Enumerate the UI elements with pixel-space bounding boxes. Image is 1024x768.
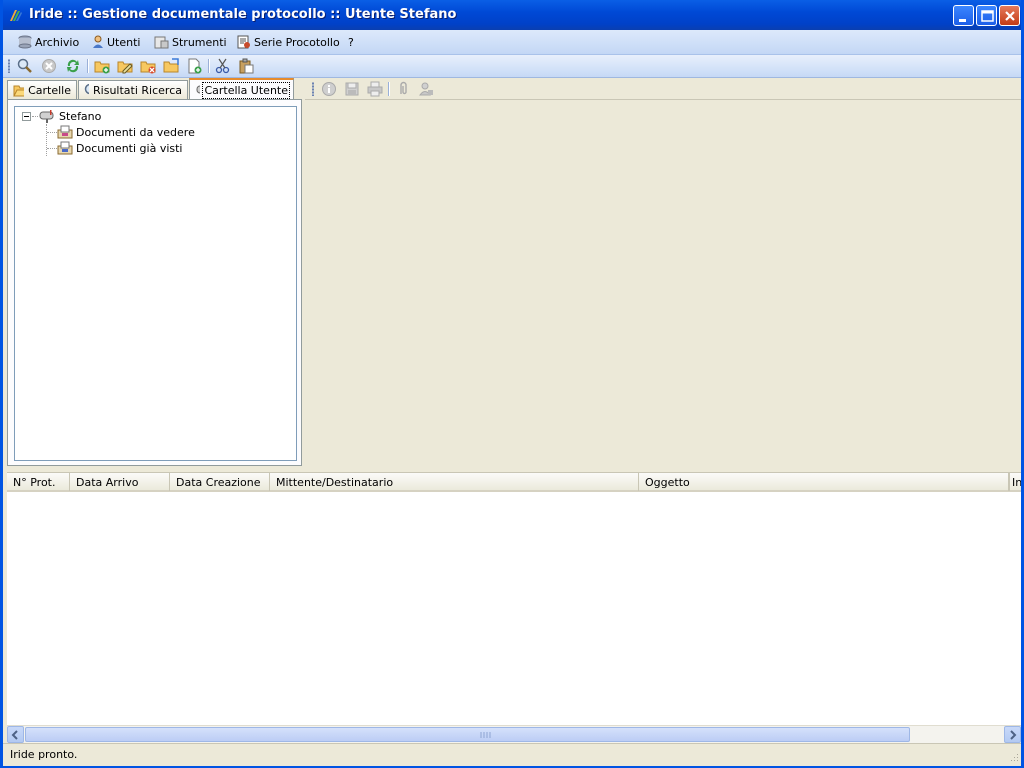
paste-icon[interactable] (238, 58, 254, 74)
new-document-icon[interactable] (186, 58, 202, 74)
column-header-label: Mittente/Destinatario (276, 475, 394, 489)
toolbar-separator (208, 59, 210, 73)
folder-tree[interactable]: Stefano Documenti da vedere Documenti gi… (14, 106, 297, 461)
column-header-label: Data Creazione (176, 475, 261, 489)
search-icon[interactable] (17, 58, 33, 74)
menu-utenti[interactable]: Utenti (92, 34, 140, 50)
minimize-button[interactable] (953, 5, 974, 26)
column-header-oggetto[interactable]: Oggetto (639, 473, 1009, 491)
open-folder-icon[interactable] (163, 58, 179, 74)
maximize-icon (981, 10, 994, 22)
column-header-label: In (1012, 475, 1021, 489)
toolbar-separator (388, 82, 390, 96)
resize-grip-icon[interactable] (1007, 752, 1019, 764)
column-header-label: N° Prot. (13, 475, 56, 489)
tree-line (46, 124, 47, 156)
cut-icon[interactable] (215, 58, 231, 74)
status-bar: Iride pronto. (3, 743, 1021, 766)
tab-risultati-ricerca[interactable]: Risultati Ricerca (78, 80, 188, 99)
column-header-data-creazione[interactable]: Data Creazione (170, 473, 270, 491)
menu-archivio[interactable]: Archivio (18, 34, 79, 50)
menu-label: Serie Procotollo (254, 35, 340, 49)
horizontal-scrollbar[interactable] (7, 725, 1021, 743)
tree-line (47, 148, 57, 149)
tree-node-root[interactable]: Stefano (38, 108, 101, 124)
print-icon[interactable] (367, 81, 383, 97)
left-panel: Stefano Documenti da vedere Documenti gi… (7, 99, 302, 466)
tree-node-label: Stefano (59, 109, 102, 123)
save-icon[interactable] (344, 81, 360, 97)
maximize-button[interactable] (976, 5, 997, 26)
menu-label: ? (348, 35, 354, 49)
inbox-icon (57, 125, 73, 139)
refresh-icon[interactable] (65, 58, 81, 74)
close-icon (1005, 11, 1015, 21)
column-header-n-prot[interactable]: N° Prot. (7, 473, 70, 491)
info-icon[interactable] (321, 81, 337, 97)
database-icon (18, 35, 32, 49)
tree-node-documenti-da-vedere[interactable]: Documenti da vedere (57, 124, 195, 140)
status-text: Iride pronto. (10, 748, 78, 761)
tab-label: Cartella Utente (202, 81, 290, 99)
toolbar-grip[interactable] (312, 82, 314, 96)
window-title: Iride :: Gestione documentale protocollo… (29, 7, 457, 22)
folder-open-icon (13, 85, 25, 97)
tree-node-label: Documenti da vedere (76, 125, 195, 139)
menu-label: Utenti (107, 35, 141, 49)
column-header-in[interactable]: In (1009, 473, 1021, 491)
mailbox-icon (196, 85, 201, 94)
main-window: Iride :: Gestione documentale protocollo… (0, 0, 1024, 768)
scroll-left-button[interactable] (7, 726, 24, 743)
attach-icon[interactable] (395, 81, 411, 97)
new-folder-icon[interactable] (94, 58, 110, 74)
documents-grid-body[interactable] (7, 492, 1021, 725)
scrollbar-thumb[interactable] (25, 727, 910, 742)
menu-help[interactable]: ? (348, 34, 354, 50)
tree-collapse-toggle[interactable] (22, 112, 31, 121)
column-header-label: Data Arrivo (76, 475, 139, 489)
delete-folder-icon[interactable] (140, 58, 156, 74)
tree-line (47, 132, 57, 133)
close-button[interactable] (999, 5, 1020, 26)
user-stamp-icon[interactable] (418, 81, 434, 97)
tools-icon (154, 36, 169, 49)
menu-bar: Archivio Utenti Strumenti Serie Procotol… (3, 30, 1021, 55)
title-bar[interactable]: Iride :: Gestione documentale protocollo… (3, 0, 1021, 30)
mailbox-icon (39, 110, 54, 123)
iride-logo-icon (10, 10, 22, 21)
protocol-series-icon (237, 35, 250, 49)
toolbar-separator (87, 59, 89, 73)
edit-folder-icon[interactable] (117, 58, 133, 74)
column-header-data-arrivo[interactable]: Data Arrivo (70, 473, 170, 491)
document-detail-area (305, 99, 1021, 468)
search-icon (84, 83, 90, 95)
user-icon (93, 35, 103, 48)
tab-cartella-utente[interactable]: Cartella Utente (189, 78, 294, 100)
cancel-icon[interactable] (41, 58, 57, 74)
inbox-read-icon (57, 141, 73, 155)
tree-node-documenti-gia-visti[interactable]: Documenti già visti (57, 140, 182, 156)
tab-label: Cartelle (28, 83, 71, 97)
tab-label: Risultati Ricerca (93, 83, 182, 97)
minimize-icon (959, 19, 966, 22)
menu-label: Strumenti (172, 35, 227, 49)
tab-cartelle[interactable]: Cartelle (7, 80, 77, 99)
chevron-left-icon (11, 730, 18, 740)
menu-strumenti[interactable]: Strumenti (154, 34, 227, 50)
menu-serie-protocollo[interactable]: Serie Procotollo (236, 34, 340, 50)
scroll-right-button[interactable] (1004, 726, 1021, 743)
documents-grid-header: N° Prot. Data Arrivo Data Creazione Mitt… (7, 472, 1021, 492)
column-header-label: Oggetto (645, 475, 690, 489)
column-header-mittente-destinatario[interactable]: Mittente/Destinatario (270, 473, 639, 491)
main-toolbar (3, 55, 1021, 78)
grip-icon (480, 732, 491, 738)
toolbar-grip[interactable] (8, 59, 10, 73)
chevron-right-icon (1010, 730, 1017, 740)
menu-label: Archivio (35, 35, 80, 49)
tree-node-label: Documenti già visti (76, 141, 183, 155)
